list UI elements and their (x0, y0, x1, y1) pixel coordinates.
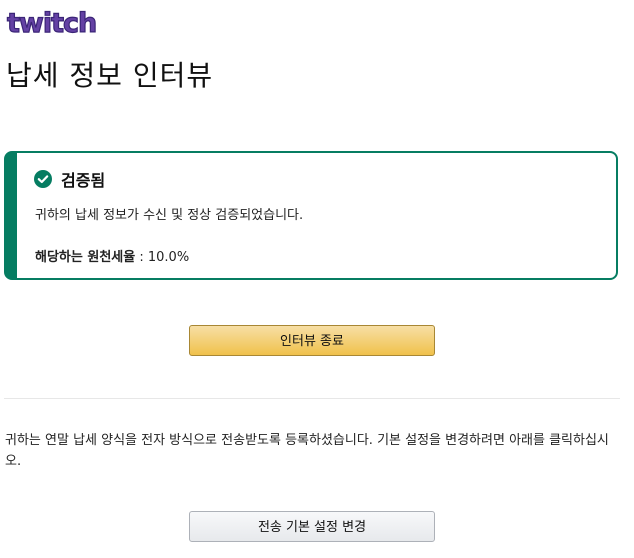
change-delivery-preference-button[interactable]: 전송 기본 설정 변경 (189, 511, 435, 542)
status-header: 검증됨 (34, 167, 105, 191)
delivery-info-text: 귀하는 연말 납세 양식을 전자 방식으로 전송받도록 등록하셨습니다. 기본 … (5, 433, 609, 469)
twitch-logo: twitch (6, 7, 97, 39)
withholding-rate-label: 해당하는 원천세율 (35, 250, 136, 265)
status-title: 검증됨 (61, 171, 106, 190)
withholding-rate: 해당하는 원천세율 : 10.0% (35, 246, 189, 265)
verification-status-box: 검증됨 귀하의 납세 정보가 수신 및 정상 검증되었습니다. 해당하는 원천세… (4, 151, 618, 280)
page: twitch 납세 정보 인터뷰 검증됨 귀하의 납세 정보가 수신 및 정상 … (0, 0, 634, 558)
end-interview-button[interactable]: 인터뷰 종료 (189, 325, 435, 356)
withholding-rate-value: 10.0% (147, 250, 190, 265)
status-message: 귀하의 납세 정보가 수신 및 정상 검증되었습니다. (35, 208, 304, 223)
logo-text: twitch (7, 8, 96, 39)
check-circle-icon (34, 170, 52, 188)
withholding-rate-separator: : (135, 250, 148, 265)
page-title: 납세 정보 인터뷰 (6, 59, 214, 92)
divider (4, 398, 620, 399)
